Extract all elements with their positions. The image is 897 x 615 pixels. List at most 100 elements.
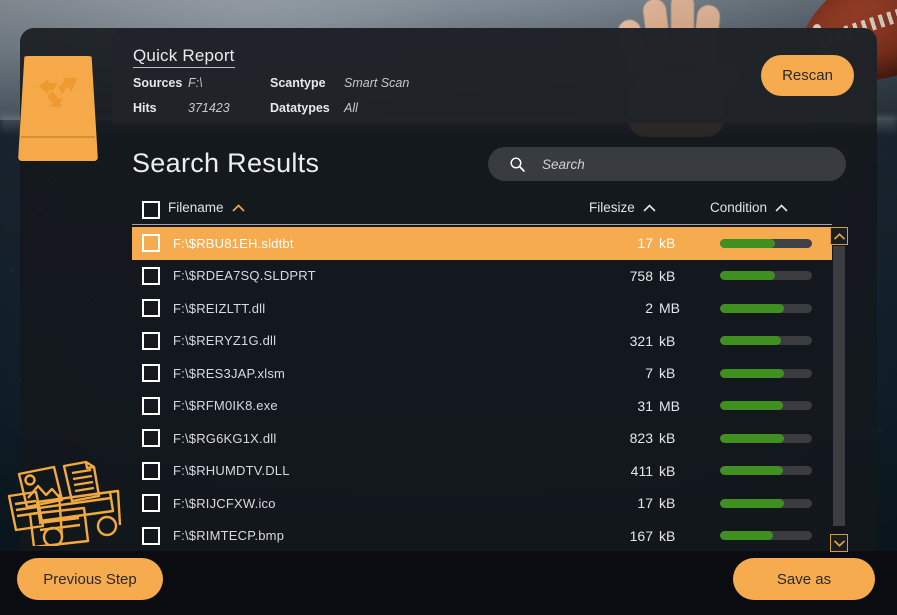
chevron-down-icon bbox=[833, 540, 845, 547]
row-condition-bar bbox=[720, 498, 812, 508]
bin-lip bbox=[21, 136, 95, 138]
row-filename: F:\$REIZLTT.dll bbox=[173, 300, 266, 316]
report-row-2: Hits 371423 Datatypes All bbox=[133, 99, 409, 118]
row-condition-bar bbox=[720, 336, 812, 346]
chevron-up-icon bbox=[833, 232, 845, 239]
column-header-condition[interactable]: Condition bbox=[710, 200, 788, 215]
previous-step-button[interactable]: Previous Step bbox=[17, 558, 163, 600]
row-filesize: 31 bbox=[637, 397, 653, 414]
row-filesize: 2 bbox=[645, 300, 653, 317]
row-condition-fill bbox=[720, 303, 785, 313]
quick-report-card: Quick Report Sources F:\ Scantype Smart … bbox=[112, 28, 877, 123]
files-illustration bbox=[7, 460, 122, 546]
row-filesize-unit: kB bbox=[659, 495, 676, 512]
row-condition-bar bbox=[720, 401, 812, 411]
scroll-down-button[interactable] bbox=[830, 534, 848, 552]
row-condition-fill bbox=[720, 531, 774, 541]
row-condition-bar bbox=[720, 531, 812, 541]
datatypes-label: Datatypes bbox=[270, 101, 330, 115]
row-condition-fill bbox=[720, 498, 785, 508]
column-header-filename[interactable]: Filename bbox=[168, 200, 245, 215]
column-label-filename: Filename bbox=[168, 200, 224, 215]
row-checkbox[interactable] bbox=[142, 429, 160, 448]
row-condition-bar bbox=[720, 238, 812, 248]
table-row[interactable]: F:\$RFM0IK8.exe 31 MB bbox=[132, 390, 832, 423]
datatypes-value: All bbox=[344, 101, 358, 115]
application-window: Quick Report Sources F:\ Scantype Smart … bbox=[0, 0, 897, 615]
column-header-filesize[interactable]: Filesize bbox=[589, 200, 656, 215]
row-filesize-unit: kB bbox=[659, 235, 676, 252]
row-filename: F:\$RERYZ1G.dll bbox=[173, 333, 277, 349]
row-filesize: 167 bbox=[629, 527, 653, 544]
row-filesize: 7 bbox=[645, 365, 653, 382]
row-filename: F:\$RHUMDTV.DLL bbox=[173, 463, 290, 479]
select-all-checkbox[interactable] bbox=[142, 201, 160, 219]
recycle-arrows-icon bbox=[38, 77, 78, 108]
hits-label: Hits bbox=[133, 101, 157, 115]
row-filesize: 823 bbox=[629, 430, 653, 447]
table-row[interactable]: F:\$REIZLTT.dll 2 MB bbox=[132, 292, 832, 325]
row-condition-fill bbox=[720, 368, 785, 378]
row-filename: F:\$RDEA7SQ.SLDPRT bbox=[173, 268, 316, 284]
row-checkbox[interactable] bbox=[142, 331, 160, 350]
row-condition-fill bbox=[720, 271, 776, 281]
row-filename: F:\$RFM0IK8.exe bbox=[173, 398, 278, 414]
table-row[interactable]: F:\$RG6KG1X.dll 823 kB bbox=[132, 422, 832, 455]
scrollbar-thumb[interactable] bbox=[833, 246, 845, 526]
row-filesize: 411 bbox=[630, 462, 653, 479]
row-filesize: 758 bbox=[629, 267, 653, 284]
row-filename: F:\$RBU81EH.sldtbt bbox=[173, 235, 294, 251]
row-condition-bar bbox=[720, 466, 812, 476]
table-row[interactable]: F:\$RIMTECP.bmp 167 kB bbox=[132, 520, 832, 553]
scroll-up-button[interactable] bbox=[830, 227, 848, 245]
row-filename: F:\$RG6KG1X.dll bbox=[173, 430, 277, 446]
row-condition-fill bbox=[720, 433, 785, 443]
row-checkbox[interactable] bbox=[142, 234, 160, 253]
search-icon bbox=[510, 156, 525, 172]
row-condition-bar bbox=[720, 368, 812, 378]
results-table-body: F:\$RBU81EH.sldtbt 17 kB F:\$RDEA7SQ.SLDPRT… bbox=[132, 227, 832, 552]
report-row-1: Sources F:\ Scantype Smart Scan bbox=[133, 74, 409, 93]
row-filesize-unit: MB bbox=[659, 300, 680, 317]
table-row[interactable]: F:\$RERYZ1G.dll 321 kB bbox=[132, 325, 832, 358]
search-input[interactable] bbox=[542, 156, 830, 172]
row-filesize-unit: kB bbox=[659, 365, 676, 382]
search-results-heading: Search Results bbox=[132, 148, 320, 178]
table-row[interactable]: F:\$RES3JAP.xlsm 7 kB bbox=[132, 357, 832, 390]
row-checkbox[interactable] bbox=[142, 364, 160, 383]
row-checkbox[interactable] bbox=[142, 266, 160, 285]
column-label-filesize: Filesize bbox=[589, 200, 635, 215]
row-filesize: 17 bbox=[637, 235, 653, 252]
table-row[interactable]: F:\$RDEA7SQ.SLDPRT 758 kB bbox=[132, 260, 832, 293]
hits-value: 371423 bbox=[188, 101, 230, 115]
row-checkbox[interactable] bbox=[142, 494, 160, 513]
sources-label: Sources bbox=[133, 76, 183, 90]
table-row[interactable]: F:\$RHUMDTV.DLL 411 kB bbox=[132, 455, 832, 488]
row-checkbox[interactable] bbox=[142, 526, 160, 545]
table-row[interactable]: F:\$RBU81EH.sldtbt 17 kB bbox=[132, 227, 832, 260]
row-filesize-unit: kB bbox=[659, 267, 676, 284]
row-condition-fill bbox=[720, 401, 783, 411]
quick-report-title: Quick Report bbox=[133, 46, 235, 68]
row-condition-fill bbox=[720, 466, 783, 476]
row-checkbox[interactable] bbox=[142, 396, 160, 415]
table-row[interactable]: F:\$RIJCFXW.ico 17 kB bbox=[132, 487, 832, 520]
recycle-bin-logo bbox=[18, 48, 98, 163]
row-checkbox[interactable] bbox=[142, 299, 160, 318]
search-box[interactable] bbox=[488, 147, 846, 181]
row-filesize-unit: MB bbox=[659, 397, 680, 414]
scantype-value: Smart Scan bbox=[344, 76, 410, 90]
row-condition-bar bbox=[720, 271, 812, 281]
row-filesize-unit: kB bbox=[659, 430, 676, 447]
sources-value: F:\ bbox=[188, 76, 203, 90]
rescan-button[interactable]: Rescan bbox=[761, 55, 854, 96]
row-filesize: 321 bbox=[629, 332, 653, 349]
row-checkbox[interactable] bbox=[142, 461, 160, 480]
results-scrollbar[interactable] bbox=[830, 227, 848, 552]
row-filename: F:\$RES3JAP.xlsm bbox=[173, 365, 286, 381]
row-condition-bar bbox=[720, 303, 812, 313]
save-as-button[interactable]: Save as bbox=[733, 558, 875, 600]
chevron-up-icon bbox=[643, 203, 656, 211]
row-condition-bar bbox=[720, 433, 812, 443]
row-filesize-unit: kB bbox=[659, 332, 676, 349]
